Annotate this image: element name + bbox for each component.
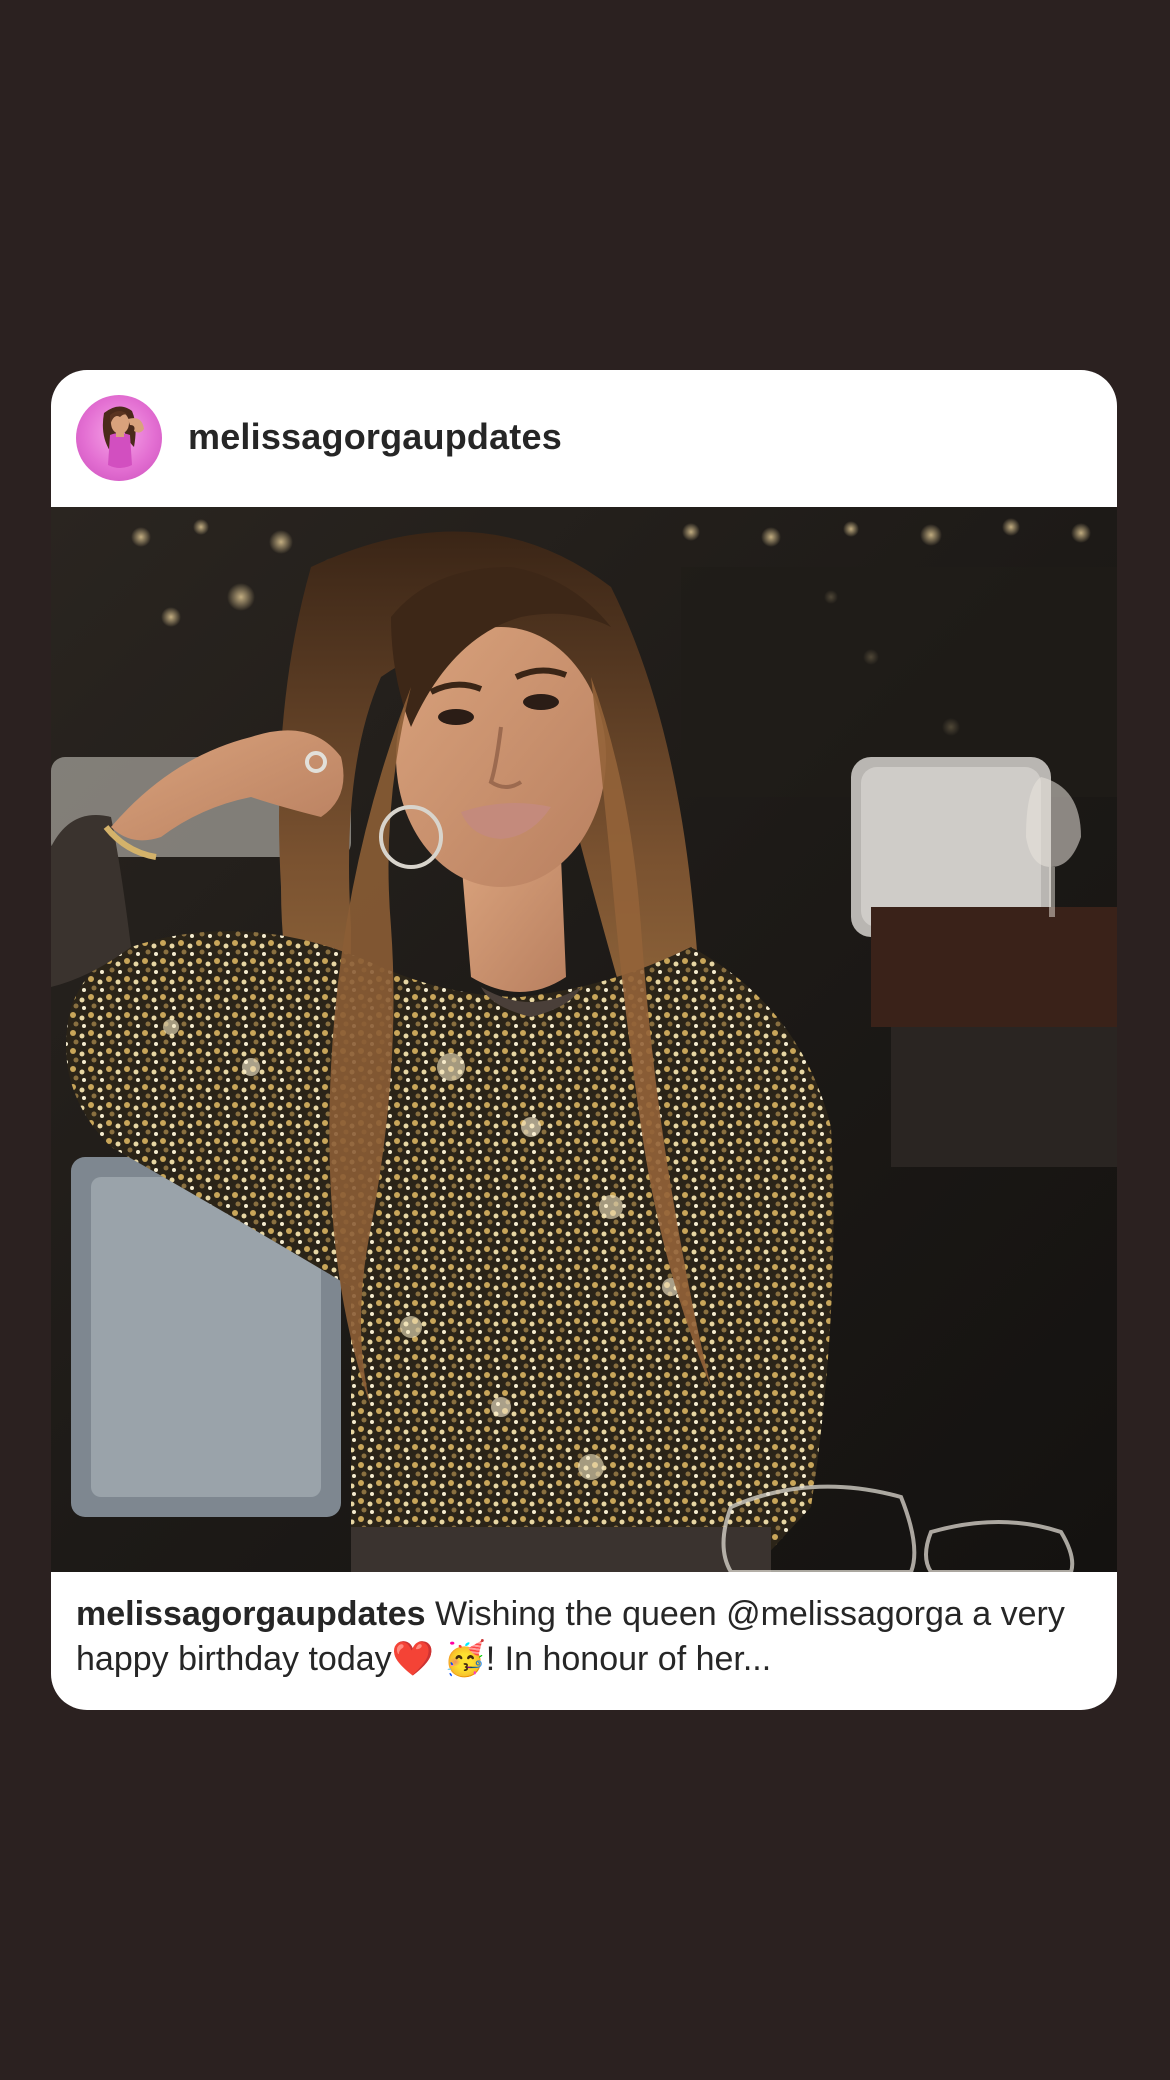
post-header[interactable]: melissagorgaupdates bbox=[51, 370, 1117, 507]
post-image-woman-sequin-top bbox=[51, 507, 1117, 1572]
avatar-cartoon-woman-icon bbox=[102, 406, 144, 468]
post-caption: melissagorgaupdates Wishing the queen @m… bbox=[76, 1592, 1096, 1682]
profile-avatar[interactable] bbox=[76, 395, 162, 481]
post-photo[interactable] bbox=[51, 507, 1117, 1572]
post-username[interactable]: melissagorgaupdates bbox=[188, 416, 562, 458]
shared-post-card[interactable]: melissagorgaupdates melissagorgaupdates … bbox=[51, 370, 1117, 1710]
caption-username[interactable]: melissagorgaupdates bbox=[76, 1595, 426, 1633]
